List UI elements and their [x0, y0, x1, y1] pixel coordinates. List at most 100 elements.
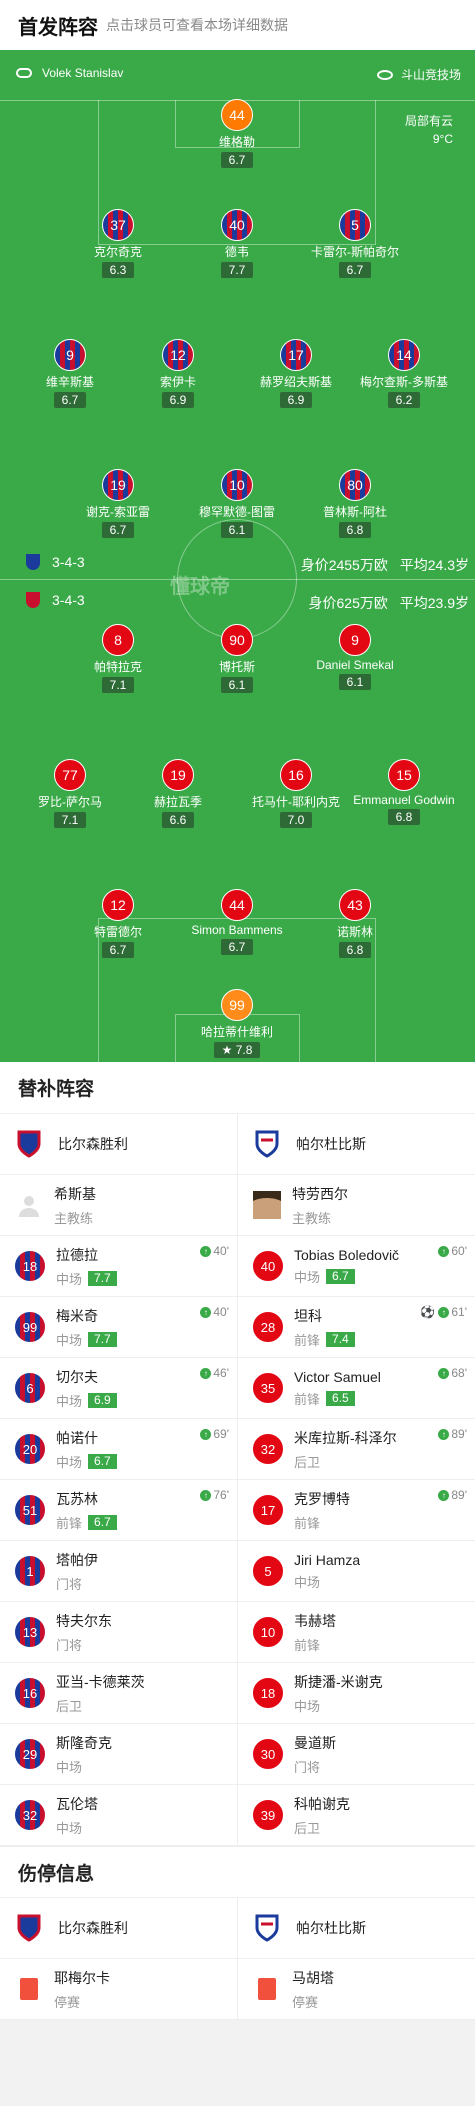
sub-player-row[interactable]: 28 坦科 前锋 7.4 ⚽ ↑ 61' — [238, 1297, 475, 1358]
player-99[interactable]: 99 哈拉蒂什维利 ★ 7.8 — [182, 989, 292, 1059]
sub-player-row[interactable]: 18 斯捷潘-米谢克 中场 — [238, 1663, 475, 1724]
player-number: 51 — [14, 1494, 46, 1526]
player-10[interactable]: 10 穆罕默德-图雷 6.1 — [182, 469, 292, 539]
sub-minute: 68' — [451, 1366, 467, 1380]
player-9[interactable]: 9 维辛斯基 6.7 — [15, 339, 125, 409]
player-number: 40 — [221, 209, 253, 241]
sub-player-row[interactable]: 39 科帕谢克 后卫 — [238, 1785, 475, 1846]
player-number: 18 — [14, 1250, 46, 1282]
sub-in-icon: ↑ — [438, 1428, 450, 1440]
player-number: 32 — [14, 1799, 46, 1831]
injury-away-team-row[interactable]: 帕尔杜比斯 — [238, 1898, 475, 1959]
player-name: 诺斯林 — [336, 925, 373, 939]
player-77[interactable]: 77 罗比-萨尔马 7.1 — [15, 759, 125, 829]
player-rating: 6.1 — [220, 677, 254, 693]
player-name: Jiri Hamza — [294, 1551, 361, 1568]
sub-player-row[interactable]: 6 切尔夫 中场 6.9 ↑ 46' — [0, 1358, 237, 1419]
player-15[interactable]: 15 Emmanuel Godwin 6.8 — [349, 759, 459, 826]
sub-player-row[interactable]: 13 特夫尔东 门将 — [0, 1602, 237, 1663]
player-name: 罗比-萨尔马 — [38, 795, 102, 809]
sub-player-row[interactable]: 29 斯隆奇克 中场 — [0, 1724, 237, 1785]
sub-player-row[interactable]: 18 拉德拉 中场 7.7 ↑ 40' — [0, 1236, 237, 1297]
player-12[interactable]: 12 特雷德尔 6.7 — [63, 889, 173, 959]
referee-name: Volek Stanislav — [42, 66, 124, 80]
player-43[interactable]: 43 诺斯林 6.8 — [300, 889, 410, 959]
sub-player-row[interactable]: 32 瓦伦塔 中场 — [0, 1785, 237, 1846]
player-name: Emmanuel Godwin — [353, 793, 455, 807]
player-rating: 6.7 — [326, 1268, 355, 1284]
home-age: 平均24.3岁 — [399, 557, 469, 573]
home-team-row[interactable]: 比尔森胜利 — [0, 1114, 237, 1175]
injury-home-player[interactable]: 耶梅尔卡 停赛 — [0, 1959, 237, 2020]
substitutes-section: 替补阵容 比尔森胜利 希斯基 主教练 18 拉德拉 中场 7.7 ↑ 40' 99 梅米奇 中场 7… — [0, 1062, 475, 1846]
player-number: 12 — [162, 339, 194, 371]
home-formation: 3-4-3 — [26, 554, 85, 570]
player-44[interactable]: 44 维格勒 6.7 — [182, 99, 292, 169]
sub-player-row[interactable]: 99 梅米奇 中场 7.7 ↑ 40' — [0, 1297, 237, 1358]
player-80[interactable]: 80 普林斯-阿杜 6.8 — [300, 469, 410, 539]
player-name: 穆罕默德-图雷 — [199, 505, 275, 519]
stadium-name: 斗山竞技场 — [400, 68, 461, 82]
player-number: 15 — [388, 759, 420, 791]
sub-time: ↑ 76' — [200, 1488, 229, 1502]
player-position: 中场 — [56, 1332, 83, 1348]
player-37[interactable]: 37 克尔奇克 6.3 — [63, 209, 173, 279]
player-name: 曼道斯 — [294, 1734, 336, 1751]
sub-in-icon: ↑ — [200, 1367, 212, 1379]
sub-player-row[interactable]: 30 曼道斯 门将 — [238, 1724, 475, 1785]
away-coach-row[interactable]: 特劳西尔 主教练 — [238, 1175, 475, 1236]
player-40[interactable]: 40 德韦 7.7 — [182, 209, 292, 279]
player-name: 韦赫塔 — [294, 1612, 336, 1629]
away-coach-name: 特劳西尔 — [292, 1185, 348, 1202]
sub-player-row[interactable]: 1 塔帕伊 门将 — [0, 1541, 237, 1602]
player-rating: 6.1 — [338, 674, 372, 690]
player-16[interactable]: 16 托马什-耶利内克 7.0 — [241, 759, 351, 829]
player-name: Victor Samuel — [294, 1368, 381, 1385]
player-14[interactable]: 14 梅尔查斯-多斯基 6.2 — [349, 339, 459, 409]
player-position: 中场 — [294, 1574, 321, 1590]
away-team-row[interactable]: 帕尔杜比斯 — [238, 1114, 475, 1175]
player-name: 特夫尔东 — [56, 1612, 112, 1629]
player-number: 43 — [339, 889, 371, 921]
sub-player-row[interactable]: 16 亚当-卡德莱茨 后卫 — [0, 1663, 237, 1724]
player-5[interactable]: 5 卡雷尔-斯帕奇尔 6.7 — [300, 209, 410, 279]
substitutes-title: 替补阵容 — [0, 1062, 475, 1114]
player-name: 卡雷尔-斯帕奇尔 — [311, 245, 399, 259]
player-90[interactable]: 90 博托斯 6.1 — [182, 624, 292, 694]
player-17[interactable]: 17 赫罗绍夫斯基 6.9 — [241, 339, 351, 409]
player-19[interactable]: 19 赫拉瓦季 6.6 — [123, 759, 233, 829]
red-card-icon — [20, 1978, 38, 2000]
player-12[interactable]: 12 索伊卡 6.9 — [123, 339, 233, 409]
player-rating: 7.1 — [53, 812, 87, 828]
home-coach-row[interactable]: 希斯基 主教练 — [0, 1175, 237, 1236]
player-rating: 6.7 — [53, 392, 87, 408]
stadium: 斗山竞技场 — [376, 66, 461, 83]
sub-player-row[interactable]: 5 Jiri Hamza 中场 — [238, 1541, 475, 1602]
sub-player-row[interactable]: 51 瓦苏林 前锋 6.7 ↑ 76' — [0, 1480, 237, 1541]
player-name: 帕诺什 — [56, 1429, 98, 1446]
injury-home-team-row[interactable]: 比尔森胜利 — [0, 1898, 237, 1959]
player-rating: 6.1 — [220, 522, 254, 538]
sub-player-row[interactable]: 20 帕诺什 中场 6.7 ↑ 69' — [0, 1419, 237, 1480]
player-rating: 7.7 — [88, 1331, 117, 1347]
player-number: 16 — [280, 759, 312, 791]
player-9[interactable]: 9 Daniel Smekal 6.1 — [300, 624, 410, 691]
sub-player-row[interactable]: 17 克罗博特 前锋 ↑ 89' — [238, 1480, 475, 1541]
player-44[interactable]: 44 Simon Bammens 6.7 — [182, 889, 292, 956]
injury-home-team-name: 比尔森胜利 — [58, 1920, 128, 1936]
player-name: 瓦伦塔 — [56, 1795, 98, 1812]
sub-player-row[interactable]: 32 米库拉斯-科泽尔 后卫 ↑ 89' — [238, 1419, 475, 1480]
player-8[interactable]: 8 帕特拉克 7.1 — [63, 624, 173, 694]
sub-minute: 69' — [213, 1427, 229, 1441]
home-team-name: 比尔森胜利 — [58, 1136, 128, 1152]
sub-player-row[interactable]: 40 Tobias Boledovič 中场 6.7 ↑ 60' — [238, 1236, 475, 1297]
player-19[interactable]: 19 谢克-索亚雷 6.7 — [63, 469, 173, 539]
injury-away-player[interactable]: 马胡塔 停赛 — [238, 1959, 475, 2020]
sub-in-icon: ↑ — [438, 1367, 450, 1379]
player-name: Daniel Smekal — [316, 658, 394, 672]
home-subs-column: 比尔森胜利 希斯基 主教练 18 拉德拉 中场 7.7 ↑ 40' 99 梅米奇 中场 7.7 ↑ 40… — [0, 1114, 237, 1846]
sub-player-row[interactable]: 10 韦赫塔 前锋 — [238, 1602, 475, 1663]
sub-in-icon: ↑ — [438, 1489, 450, 1501]
avatar-placeholder-icon — [14, 1190, 44, 1220]
sub-player-row[interactable]: 35 Victor Samuel 前锋 6.5 ↑ 68' — [238, 1358, 475, 1419]
